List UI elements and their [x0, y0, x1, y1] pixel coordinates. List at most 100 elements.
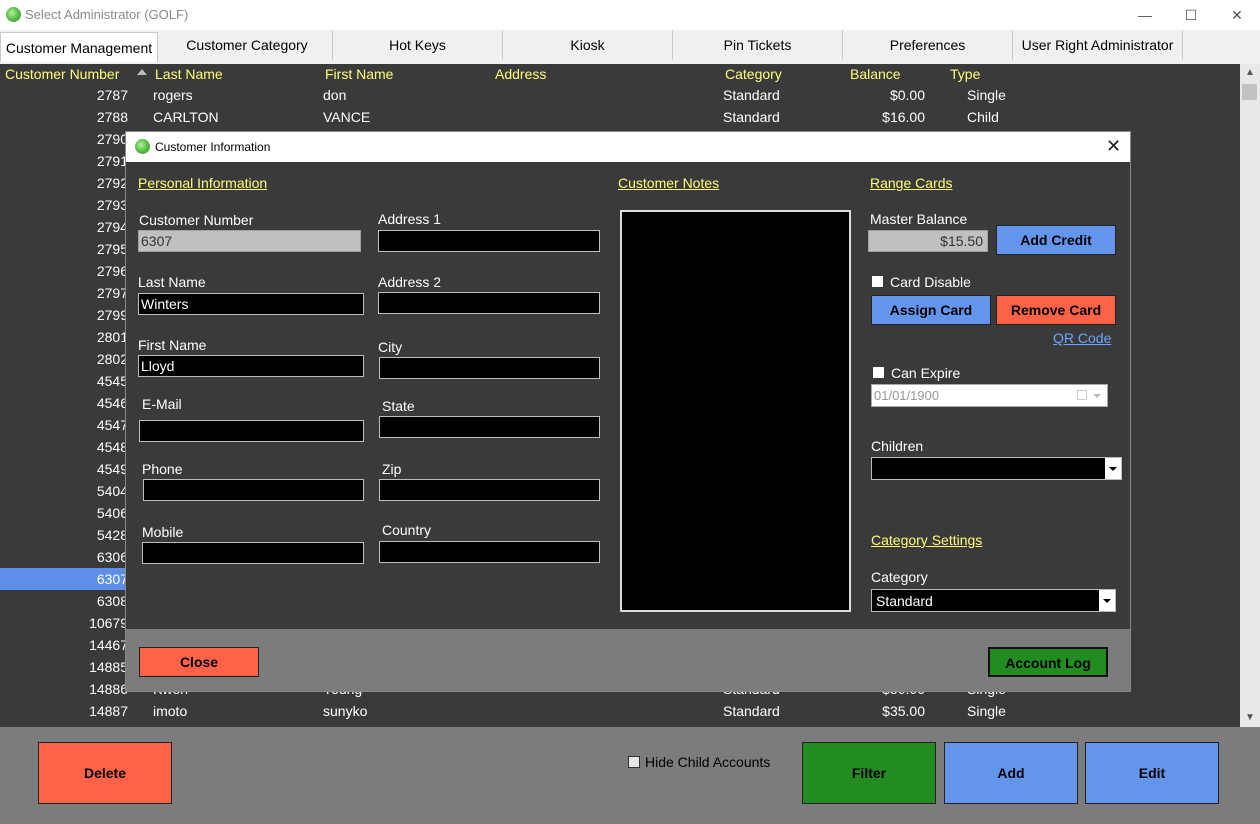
window-titlebar: Select Administrator (GOLF) — ☐ ✕: [0, 0, 1260, 30]
tab-pin-tickets[interactable]: Pin Tickets: [673, 30, 843, 60]
cell-category: Standard: [723, 87, 780, 103]
tab-customer-management[interactable]: Customer Management: [0, 32, 158, 62]
can-expire-label: Can Expire: [891, 365, 961, 381]
cell-customer-number: 2793: [96, 197, 128, 213]
add-button[interactable]: Add: [944, 742, 1078, 804]
close-button[interactable]: Close: [139, 647, 259, 677]
children-label: Children: [871, 438, 924, 454]
checkbox-icon[interactable]: [628, 756, 640, 768]
cell-customer-number: 6306: [96, 549, 128, 565]
filter-button[interactable]: Filter: [802, 742, 936, 804]
category-settings-heading: Category Settings: [871, 532, 983, 548]
close-icon[interactable]: ✕: [1106, 136, 1121, 157]
header-address[interactable]: Address: [495, 66, 546, 82]
cell-last-name: rogers: [153, 87, 193, 103]
chevron-down-icon[interactable]: [1105, 458, 1121, 479]
address2-field[interactable]: [378, 292, 600, 314]
address2-label: Address 2: [378, 274, 442, 290]
golf-ball-icon: [135, 139, 150, 154]
scroll-up-icon[interactable]: ▲: [1240, 64, 1260, 82]
chevron-down-icon[interactable]: [1099, 590, 1115, 611]
expire-date-picker[interactable]: 01/01/1900: [871, 384, 1108, 407]
cell-balance: $16.00: [882, 109, 925, 125]
add-credit-button[interactable]: Add Credit: [996, 225, 1116, 255]
cell-last-name: imoto: [153, 703, 188, 719]
card-disable-label: Card Disable: [890, 274, 971, 290]
category-select[interactable]: Standard: [871, 589, 1116, 612]
mobile-field[interactable]: [142, 542, 364, 564]
cell-first-name: don: [323, 87, 347, 103]
chevron-down-icon[interactable]: [1093, 394, 1101, 398]
cell-type: Child: [967, 109, 999, 125]
tab-customer-category[interactable]: Customer Category: [162, 30, 333, 60]
email-field[interactable]: [139, 420, 364, 442]
cell-customer-number: 5404: [96, 483, 128, 499]
state-field[interactable]: [379, 416, 600, 438]
delete-button[interactable]: Delete: [38, 742, 172, 804]
header-customer-number[interactable]: Customer Number: [5, 66, 119, 82]
mobile-label: Mobile: [142, 524, 184, 540]
city-field[interactable]: [379, 357, 600, 379]
table-row[interactable]: 2787 rogers don Standard $0.00 Single: [0, 84, 1240, 106]
cell-customer-number: 2797: [96, 285, 128, 301]
remove-card-button[interactable]: Remove Card: [996, 295, 1116, 325]
cell-first-name: sunyko: [323, 703, 368, 719]
header-category[interactable]: Category: [725, 66, 782, 82]
header-first-name[interactable]: First Name: [325, 66, 393, 82]
card-disable-checkbox[interactable]: [872, 276, 883, 287]
country-label: Country: [382, 522, 432, 538]
cell-last-name: CARLTON: [153, 109, 219, 125]
tab-hot-keys[interactable]: Hot Keys: [333, 30, 503, 60]
dialog-titlebar: Customer Information ✕: [126, 132, 1130, 162]
header-balance[interactable]: Balance: [850, 66, 901, 82]
cell-type: Single: [967, 703, 1006, 719]
hide-child-accounts-checkbox[interactable]: Hide Child Accounts: [628, 754, 770, 770]
zip-field[interactable]: [379, 479, 600, 501]
cell-customer-number: 2802: [96, 351, 128, 367]
grid-scrollbar[interactable]: ▲ ▼: [1240, 64, 1260, 727]
minimize-button[interactable]: —: [1122, 0, 1168, 30]
category-select-value: Standard: [876, 593, 933, 609]
scroll-down-icon[interactable]: ▼: [1240, 709, 1260, 727]
cell-customer-number: 2794: [96, 219, 128, 235]
qr-code-link[interactable]: QR Code: [1053, 330, 1111, 346]
tab-user-right-administrator[interactable]: User Right Administrator: [1013, 30, 1183, 60]
cell-category: Standard: [723, 703, 780, 719]
tab-kiosk[interactable]: Kiosk: [503, 30, 673, 60]
table-row[interactable]: 2788 CARLTON VANCE Standard $16.00 Child: [0, 106, 1240, 128]
tab-preferences[interactable]: Preferences: [843, 30, 1013, 60]
bottom-toolbar: Delete Hide Child Accounts Filter Add Ed…: [0, 727, 1260, 824]
cell-customer-number: 2791: [96, 153, 128, 169]
cell-customer-number: 2790: [96, 131, 128, 147]
children-select[interactable]: [871, 457, 1122, 480]
last-name-field[interactable]: Winters: [138, 293, 364, 315]
cell-customer-number: 2801: [96, 329, 128, 345]
dialog-footer: Close Account Log: [126, 629, 1130, 691]
maximize-button[interactable]: ☐: [1168, 0, 1214, 30]
header-last-name[interactable]: Last Name: [155, 66, 223, 82]
edit-button[interactable]: Edit: [1085, 742, 1219, 804]
scroll-thumb[interactable]: [1242, 84, 1257, 100]
cell-customer-number: 6308: [96, 593, 128, 609]
cell-customer-number: 5406: [96, 505, 128, 521]
calendar-icon[interactable]: [1077, 390, 1087, 400]
customer-notes-textarea[interactable]: [620, 210, 851, 612]
close-window-button[interactable]: ✕: [1214, 0, 1260, 30]
phone-label: Phone: [142, 461, 183, 477]
category-label: Category: [871, 569, 928, 585]
cell-customer-number: 2796: [96, 263, 128, 279]
account-log-button[interactable]: Account Log: [988, 647, 1108, 677]
first-name-field[interactable]: Lloyd: [138, 355, 364, 377]
phone-field[interactable]: [143, 479, 364, 501]
table-row[interactable]: 14887 imoto sunyko Standard $35.00 Single: [0, 700, 1240, 722]
assign-card-button[interactable]: Assign Card: [871, 295, 991, 325]
tab-bar: Customer Management Customer Category Ho…: [0, 30, 1260, 64]
customer-number-field: 6307: [138, 230, 361, 252]
cell-customer-number: 2788: [96, 109, 128, 125]
can-expire-checkbox[interactable]: [873, 367, 884, 378]
country-field[interactable]: [379, 541, 600, 563]
address1-field[interactable]: [378, 230, 600, 252]
header-type[interactable]: Type: [950, 66, 980, 82]
personal-information-heading: Personal Information: [138, 175, 268, 191]
cell-customer-number: 14467: [89, 637, 128, 653]
